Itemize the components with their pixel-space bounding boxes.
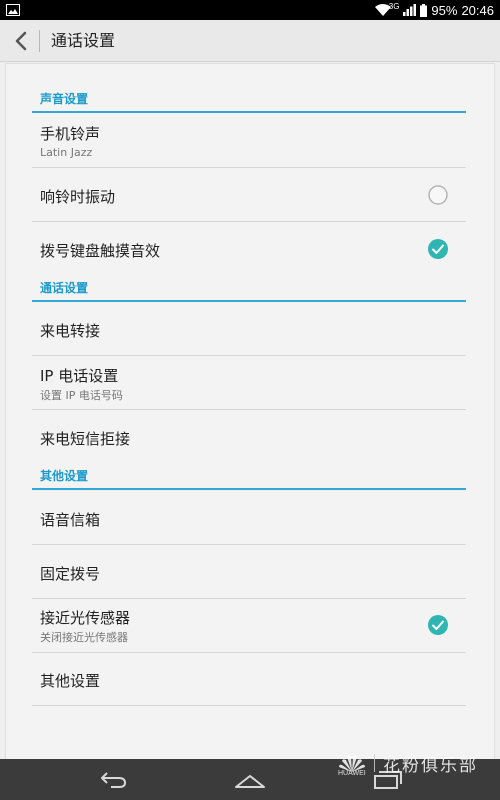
vibrate-when-ringing-item[interactable]: 响铃时振动 xyxy=(32,168,466,222)
item-title: 接近光传感器 xyxy=(40,609,131,627)
checkbox-unchecked-icon[interactable] xyxy=(428,185,448,205)
section-header-call: 通话设置 xyxy=(32,278,466,302)
item-title: IP 电话设置 xyxy=(40,367,119,385)
other-settings-item[interactable]: 其他设置 xyxy=(32,653,466,706)
item-title: 来电短信拒接 xyxy=(40,430,131,448)
item-title: 响铃时振动 xyxy=(40,188,116,206)
watermark-text: 花粉俱乐部 xyxy=(383,755,478,776)
section-header-sound: 声音设置 xyxy=(32,89,466,113)
ip-call-settings-item[interactable]: IP 电话设置 设置 IP 电话号码 xyxy=(32,356,466,410)
back-arrow-icon[interactable] xyxy=(10,29,32,53)
item-title: 拨号键盘触摸音效 xyxy=(40,242,161,260)
checkbox-checked-icon[interactable] xyxy=(428,239,448,259)
section-header-other: 其他设置 xyxy=(32,466,466,490)
item-title: 语音信箱 xyxy=(40,511,101,529)
ringtone-item[interactable]: 手机铃声 Latin Jazz xyxy=(32,114,466,168)
section-header-label: 其他设置 xyxy=(40,469,89,483)
signal-icon xyxy=(403,4,417,16)
image-icon xyxy=(6,4,20,16)
section-header-label: 通话设置 xyxy=(40,281,89,295)
fixed-dialing-item[interactable]: 固定拨号 xyxy=(32,545,466,599)
item-subtitle: 关闭接近光传感器 xyxy=(40,631,128,644)
watermark-divider xyxy=(374,754,375,772)
nav-home-icon[interactable] xyxy=(233,767,267,791)
watermark: HUAWEI 花粉俱乐部 xyxy=(338,748,478,778)
page-title: 通话设置 xyxy=(51,31,116,50)
dialpad-touch-tone-item[interactable]: 拨号键盘触摸音效 xyxy=(32,222,466,276)
item-title: 手机铃声 xyxy=(40,125,101,143)
item-title: 固定拨号 xyxy=(40,565,101,583)
action-bar: 通话设置 xyxy=(0,20,500,62)
network-type: 3G xyxy=(388,1,400,11)
nav-back-icon[interactable] xyxy=(97,767,131,791)
item-subtitle: 设置 IP 电话号码 xyxy=(40,389,123,402)
clock: 20:46 xyxy=(461,2,494,18)
sms-reject-item[interactable]: 来电短信拒接 xyxy=(32,410,466,464)
status-bar: 3G 95% 20:46 xyxy=(0,0,500,20)
divider xyxy=(39,30,40,52)
item-subtitle: Latin Jazz xyxy=(40,146,93,159)
battery-icon xyxy=(420,3,428,17)
item-title: 来电转接 xyxy=(40,322,101,340)
battery-percent: 95% xyxy=(431,2,458,18)
section-header-label: 声音设置 xyxy=(40,92,89,106)
watermark-brand: HUAWEI xyxy=(338,770,366,777)
voicemail-item[interactable]: 语音信箱 xyxy=(32,490,466,545)
item-title: 其他设置 xyxy=(40,672,101,690)
call-forwarding-item[interactable]: 来电转接 xyxy=(32,302,466,356)
checkbox-checked-icon[interactable] xyxy=(428,615,448,635)
proximity-sensor-item[interactable]: 接近光传感器 关闭接近光传感器 xyxy=(32,599,466,653)
